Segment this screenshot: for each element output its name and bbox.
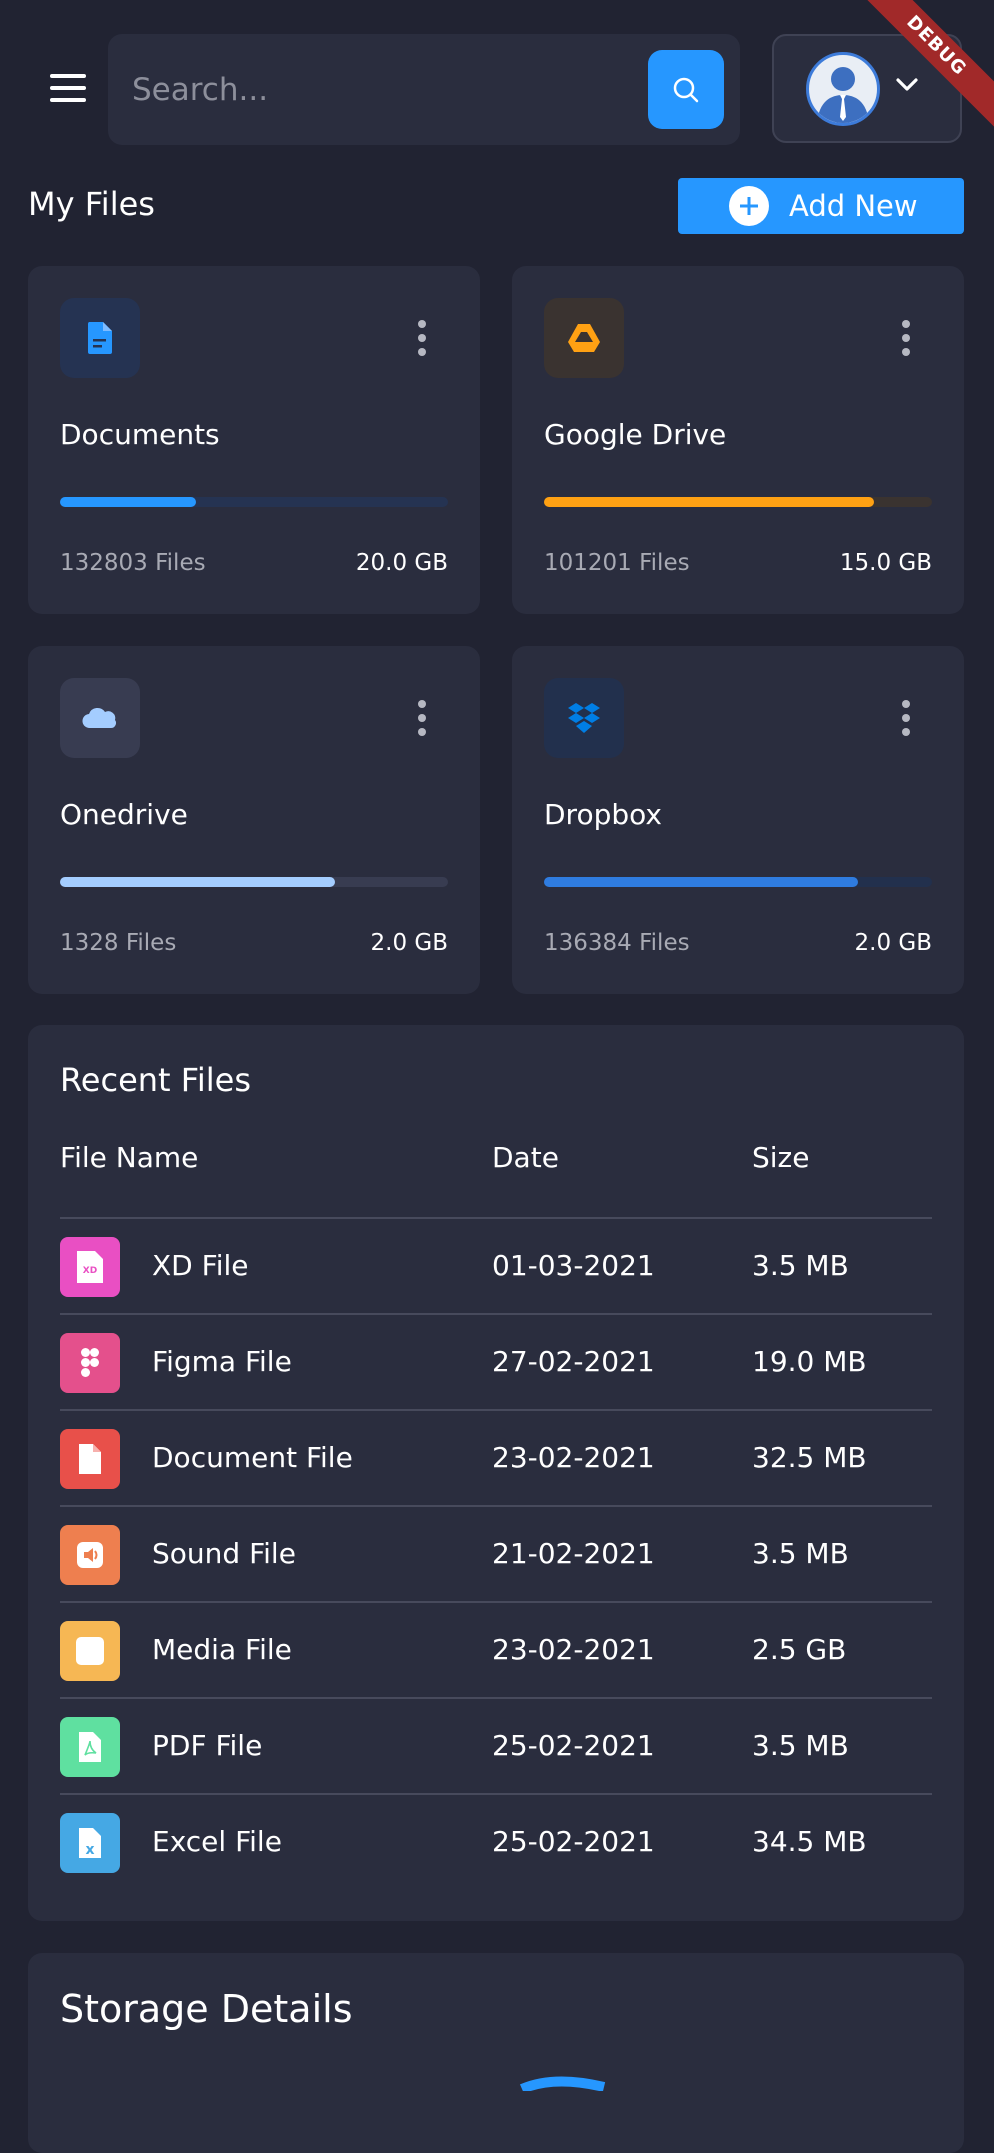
file-count: 1328 Files xyxy=(60,930,177,956)
media-file-icon xyxy=(60,1621,120,1681)
storage-details-panel: Storage Details xyxy=(28,1953,964,2153)
table-row[interactable]: PDF File 25-02-2021 3.5 MB xyxy=(60,1699,932,1795)
add-new-label: Add New xyxy=(789,189,918,223)
dropbox-icon xyxy=(544,678,624,758)
file-date: 23-02-2021 xyxy=(492,1441,655,1474)
google-drive-icon xyxy=(544,298,624,378)
file-count: 101201 Files xyxy=(544,550,690,576)
storage-size: 2.0 GB xyxy=(854,930,933,956)
card-title: Documents xyxy=(60,418,220,451)
file-size: 32.5 MB xyxy=(752,1441,867,1474)
card-title: Google Drive xyxy=(544,418,727,451)
recent-files-title: Recent Files xyxy=(60,1061,251,1099)
file-name: Sound File xyxy=(152,1537,296,1570)
storage-chart-arc xyxy=(519,2076,606,2091)
menu-icon[interactable] xyxy=(48,72,88,106)
svg-text:XD: XD xyxy=(83,1266,97,1276)
file-count: 136384 Files xyxy=(544,930,690,956)
storage-card-onedrive[interactable]: Onedrive 1328 Files 2.0 GB xyxy=(28,646,480,994)
column-header-size: Size xyxy=(752,1141,810,1174)
storage-details-title: Storage Details xyxy=(60,1987,353,2031)
excel-file-icon: x xyxy=(60,1813,120,1873)
search-input[interactable] xyxy=(130,58,614,122)
table-row[interactable]: Figma File 27-02-2021 19.0 MB xyxy=(60,1315,932,1411)
storage-size: 20.0 GB xyxy=(355,550,448,576)
add-new-button[interactable]: Add New xyxy=(678,178,964,234)
document-icon xyxy=(60,298,140,378)
more-options-icon[interactable] xyxy=(416,320,428,356)
xd-file-icon: XD xyxy=(60,1237,120,1297)
pdf-file-icon xyxy=(60,1717,120,1777)
storage-size: 15.0 GB xyxy=(839,550,932,576)
card-title: Onedrive xyxy=(60,798,188,831)
file-size: 3.5 MB xyxy=(752,1537,849,1570)
file-size: 3.5 MB xyxy=(752,1729,849,1762)
avatar xyxy=(806,52,880,126)
storage-card-documents[interactable]: Documents 132803 Files 20.0 GB xyxy=(28,266,480,614)
search-button[interactable] xyxy=(648,50,724,129)
usage-progress-bar xyxy=(544,497,932,507)
page-title: My Files xyxy=(28,185,155,223)
file-size: 34.5 MB xyxy=(752,1825,867,1858)
file-name: Figma File xyxy=(152,1345,292,1378)
file-name: PDF File xyxy=(152,1729,263,1762)
usage-progress-bar xyxy=(544,877,932,887)
table-row[interactable]: Media File 23-02-2021 2.5 GB xyxy=(60,1603,932,1699)
user-avatar-icon xyxy=(817,67,869,123)
sound-file-icon xyxy=(60,1525,120,1585)
more-options-icon[interactable] xyxy=(900,700,912,736)
file-size: 19.0 MB xyxy=(752,1345,867,1378)
file-name: Document File xyxy=(152,1441,353,1474)
file-date: 27-02-2021 xyxy=(492,1345,655,1378)
file-count: 132803 Files xyxy=(60,550,206,576)
plus-icon xyxy=(729,186,769,226)
document-file-icon xyxy=(60,1429,120,1489)
search-bar xyxy=(108,34,740,145)
storage-card-google-drive[interactable]: Google Drive 101201 Files 15.0 GB xyxy=(512,266,964,614)
file-date: 25-02-2021 xyxy=(492,1729,655,1762)
card-title: Dropbox xyxy=(544,798,662,831)
search-icon xyxy=(673,77,699,102)
table-row[interactable]: Sound File 21-02-2021 3.5 MB xyxy=(60,1507,932,1603)
table-row[interactable]: Document File 23-02-2021 32.5 MB xyxy=(60,1411,932,1507)
recent-files-panel: Recent Files File Name Date Size XD XD F… xyxy=(28,1025,964,1921)
chevron-down-icon xyxy=(896,78,918,91)
more-options-icon[interactable] xyxy=(900,320,912,356)
file-size: 2.5 GB xyxy=(752,1633,847,1666)
file-manager-app: DEBUG My Files Add New Documents 132803 … xyxy=(0,0,994,2153)
storage-size: 2.0 GB xyxy=(370,930,449,956)
usage-progress-bar xyxy=(60,497,448,507)
file-name: XD File xyxy=(152,1249,249,1282)
file-name: Excel File xyxy=(152,1825,282,1858)
figma-file-icon xyxy=(60,1333,120,1393)
file-size: 3.5 MB xyxy=(752,1249,849,1282)
cloud-icon xyxy=(60,678,140,758)
storage-card-dropbox[interactable]: Dropbox 136384 Files 2.0 GB xyxy=(512,646,964,994)
file-date: 23-02-2021 xyxy=(492,1633,655,1666)
column-header-date: Date xyxy=(492,1141,559,1174)
file-name: Media File xyxy=(152,1633,292,1666)
more-options-icon[interactable] xyxy=(416,700,428,736)
table-row[interactable]: x Excel File 25-02-2021 34.5 MB xyxy=(60,1795,932,1891)
file-date: 21-02-2021 xyxy=(492,1537,655,1570)
table-row[interactable]: XD XD File 01-03-2021 3.5 MB xyxy=(60,1219,932,1315)
file-date: 01-03-2021 xyxy=(492,1249,655,1282)
svg-text:x: x xyxy=(85,1842,94,1858)
file-date: 25-02-2021 xyxy=(492,1825,655,1858)
usage-progress-bar xyxy=(60,877,448,887)
column-header-file-name: File Name xyxy=(60,1141,199,1174)
